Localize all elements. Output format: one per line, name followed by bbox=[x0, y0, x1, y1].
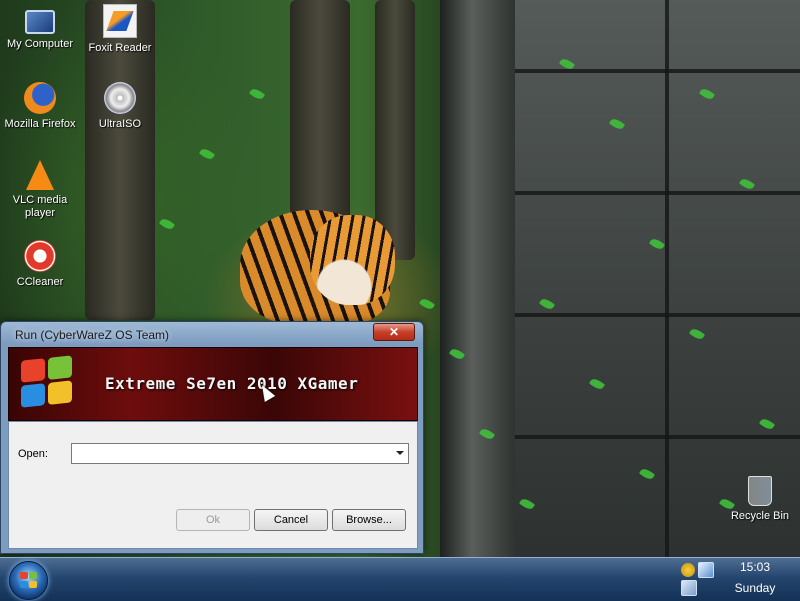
windows-logo-icon bbox=[20, 572, 38, 589]
desktop-icon-recycle-bin[interactable]: Recycle Bin bbox=[720, 476, 800, 523]
network-tray-icon[interactable] bbox=[681, 580, 697, 596]
desktop-icon-label: Mozilla Firefox bbox=[4, 118, 76, 130]
start-button[interactable] bbox=[9, 561, 48, 600]
desktop-icon-mozilla-firefox[interactable]: Mozilla Firefox bbox=[0, 82, 80, 131]
desktop-icon-ultraiso[interactable]: UltraISO bbox=[80, 82, 160, 131]
run-dialog: Run (CyberWareZ OS Team) ✕ Extreme Se7en… bbox=[0, 321, 424, 554]
desktop-icon-label: My Computer bbox=[6, 38, 74, 50]
s-tray-icon[interactable] bbox=[681, 563, 695, 577]
foxit-reader-icon bbox=[103, 4, 137, 38]
stone-wall bbox=[515, 0, 800, 557]
leaf bbox=[158, 216, 176, 232]
chevron-down-icon[interactable] bbox=[396, 451, 404, 455]
tree-trunk bbox=[375, 0, 415, 260]
run-dialog-title: Run (CyberWareZ OS Team) bbox=[15, 328, 170, 342]
clock-day[interactable]: Sunday bbox=[724, 581, 786, 595]
browse-button[interactable]: Browse... bbox=[332, 509, 406, 531]
open-combobox[interactable] bbox=[71, 443, 409, 464]
xgamer-banner: Extreme Se7en 2010 XGamer bbox=[8, 347, 418, 421]
ok-button[interactable]: Ok bbox=[176, 509, 250, 531]
desktop-icon-foxit-reader[interactable]: Foxit Reader bbox=[80, 4, 160, 55]
ultraiso-icon bbox=[104, 82, 136, 114]
banner-title: Extreme Se7en 2010 XGamer bbox=[105, 374, 359, 393]
taskbar bbox=[0, 557, 800, 601]
open-label: Open: bbox=[18, 448, 48, 460]
computer-icon bbox=[25, 10, 55, 34]
leaf bbox=[248, 86, 266, 102]
recycle-bin-icon bbox=[748, 476, 772, 506]
windows-logo-icon bbox=[21, 355, 73, 410]
desktop-icon-label: UltraISO bbox=[98, 118, 142, 130]
desktop-icon-label: Foxit Reader bbox=[88, 42, 152, 54]
close-button[interactable]: ✕ bbox=[373, 323, 415, 341]
desktop-icon-label: CCleaner bbox=[16, 276, 64, 288]
tree-trunk bbox=[290, 0, 350, 240]
desktop-icon-label: Recycle Bin bbox=[730, 510, 790, 522]
desktop-icon-my-computer[interactable]: My Computer bbox=[0, 4, 80, 51]
bluetooth-tray-icon[interactable] bbox=[698, 562, 714, 578]
leaf bbox=[198, 146, 216, 162]
open-input[interactable] bbox=[72, 444, 387, 461]
desktop-icon-label: VLC media player bbox=[12, 194, 68, 219]
tiger-head bbox=[310, 215, 395, 305]
desktop-icon-vlc-media-player[interactable]: VLC media player bbox=[0, 160, 80, 220]
cancel-button[interactable]: Cancel bbox=[254, 509, 328, 531]
desktop-icon-ccleaner[interactable]: CCleaner bbox=[0, 240, 80, 289]
vlc-icon bbox=[26, 160, 54, 190]
ccleaner-icon bbox=[24, 240, 56, 272]
leaf bbox=[418, 296, 436, 312]
clock-time[interactable]: 15:03 bbox=[730, 560, 780, 574]
close-icon: ✕ bbox=[388, 325, 400, 339]
rock-edge bbox=[440, 0, 520, 557]
run-dialog-body: Open: Ok Cancel Browse... bbox=[8, 421, 418, 549]
firefox-icon bbox=[24, 82, 56, 114]
